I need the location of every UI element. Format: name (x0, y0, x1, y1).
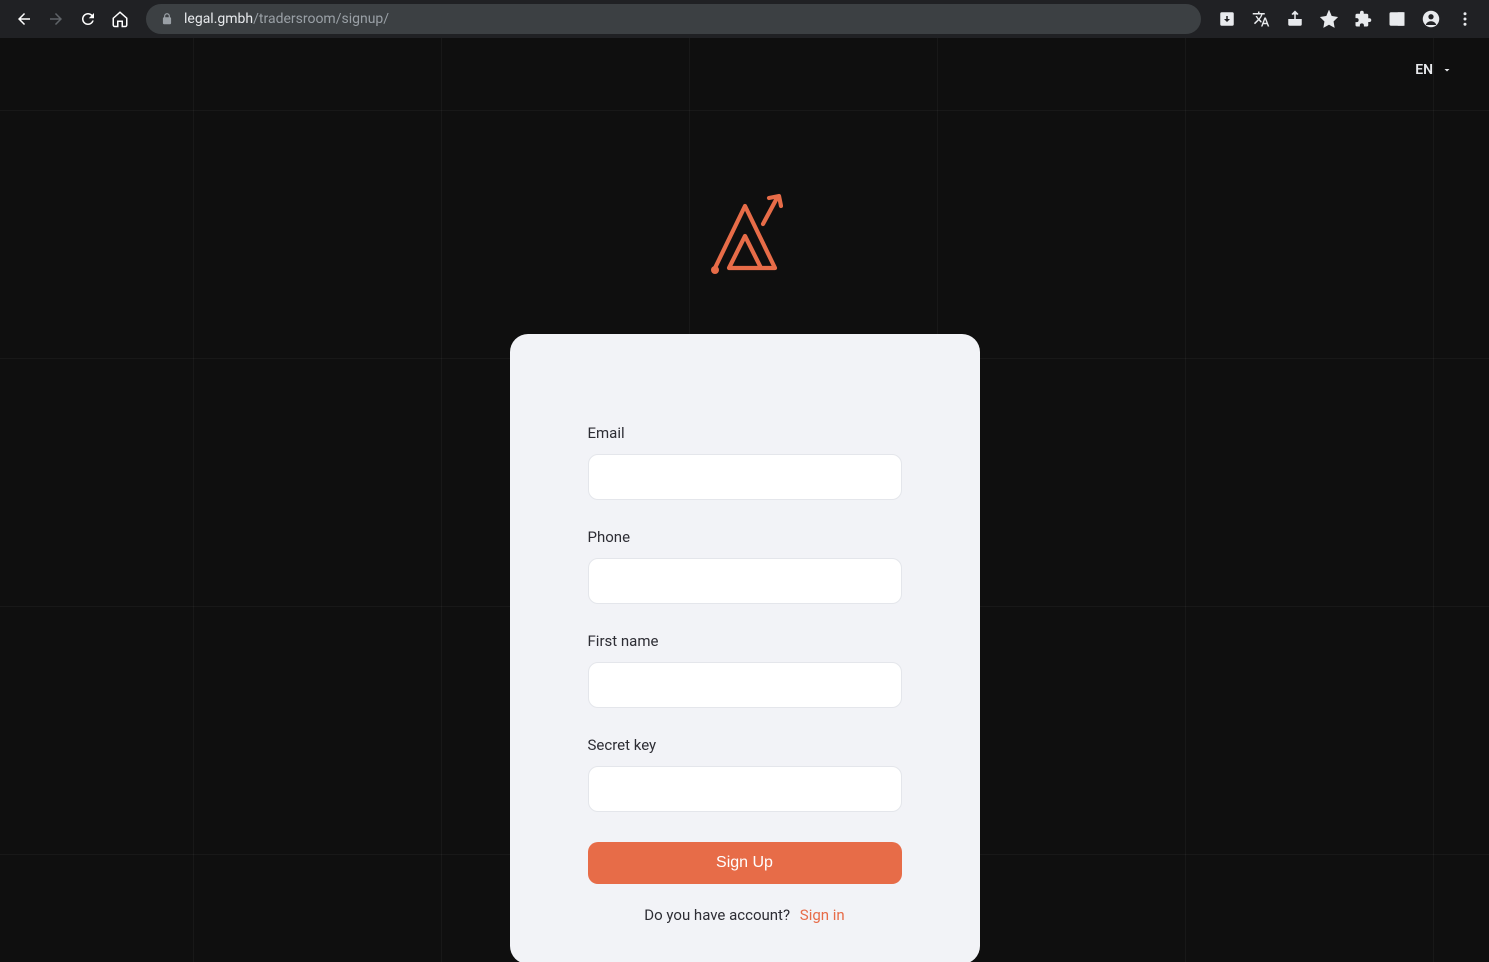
address-bar[interactable]: legal.gmbh/tradersroom/signup/ (146, 4, 1201, 34)
have-account-text: Do you have account? (644, 906, 790, 924)
secretkey-label: Secret key (588, 736, 902, 754)
language-selector[interactable]: EN (1415, 62, 1453, 78)
page-body: EN Email Phone Firs (0, 38, 1489, 962)
home-button[interactable] (106, 5, 134, 33)
browser-toolbar: legal.gmbh/tradersroom/signup/ (0, 0, 1489, 38)
extensions-icon[interactable] (1349, 5, 1377, 33)
reload-button[interactable] (74, 5, 102, 33)
phone-input[interactable] (588, 558, 902, 604)
phone-label: Phone (588, 528, 902, 546)
brand-logo (707, 188, 783, 284)
share-icon[interactable] (1281, 5, 1309, 33)
back-button[interactable] (10, 5, 38, 33)
bookmark-star-icon[interactable] (1315, 5, 1343, 33)
language-label: EN (1415, 62, 1433, 78)
secretkey-input[interactable] (588, 766, 902, 812)
install-icon[interactable] (1213, 5, 1241, 33)
kebab-menu-icon[interactable] (1451, 5, 1479, 33)
toolbar-right (1213, 5, 1479, 33)
email-input[interactable] (588, 454, 902, 500)
firstname-label: First name (588, 632, 902, 650)
forward-button[interactable] (42, 5, 70, 33)
firstname-input[interactable] (588, 662, 902, 708)
url-host: legal.gmbh (184, 11, 253, 27)
signup-button[interactable]: Sign Up (588, 842, 902, 884)
signin-link[interactable]: Sign in (800, 906, 845, 924)
signup-card: Email Phone First name Secret key Sign U… (510, 334, 980, 962)
profile-avatar-icon[interactable] (1417, 5, 1445, 33)
chevron-down-icon (1441, 64, 1453, 76)
translate-icon[interactable] (1247, 5, 1275, 33)
lock-icon (160, 12, 174, 26)
url-path: /tradersroom/signup/ (253, 11, 389, 27)
email-label: Email (588, 424, 902, 442)
side-panel-icon[interactable] (1383, 5, 1411, 33)
